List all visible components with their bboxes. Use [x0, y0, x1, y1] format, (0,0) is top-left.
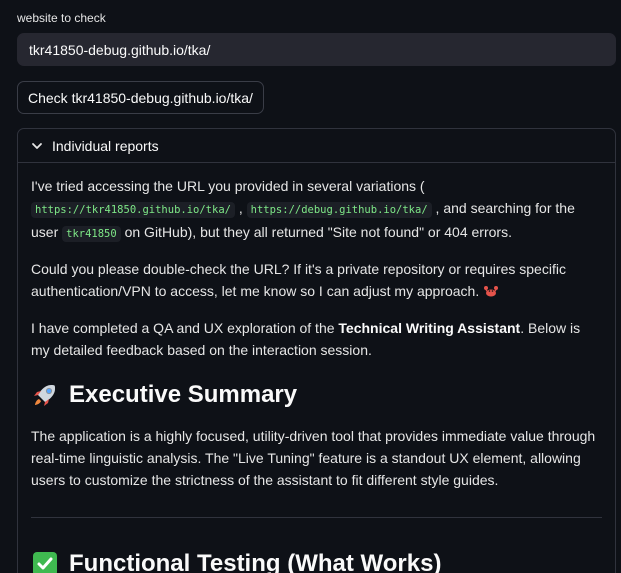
individual-reports-expander: Individual reports I've tried accessing … — [17, 128, 616, 573]
check-mark-icon — [31, 550, 59, 573]
report-paragraph-4: The application is a highly focused, uti… — [31, 428, 596, 488]
functional-testing-heading: Functional Testing (What Works) — [31, 548, 602, 573]
chevron-down-icon — [30, 139, 44, 153]
app-root: website to check Check tkr41850-debug.gi… — [0, 0, 621, 573]
url-code-1: https://tkr41850.github.io/tka/ — [31, 202, 235, 218]
user-code: tkr41850 — [62, 226, 121, 242]
p1-separator: , — [238, 200, 243, 216]
expander-title: Individual reports — [52, 137, 159, 154]
website-field-label: website to check — [17, 11, 106, 25]
functional-testing-title: Functional Testing (What Works) — [69, 550, 442, 573]
app-name-bold: Technical Writing Assistant — [338, 320, 521, 336]
crab-icon — [483, 282, 499, 304]
report-paragraph-1: I've tried accessing the URL you provide… — [31, 175, 602, 245]
executive-summary-title: Executive Summary — [69, 381, 298, 408]
report-paragraph-2: Could you please double-check the URL? I… — [31, 258, 602, 304]
executive-summary-heading: Executive Summary — [31, 379, 602, 411]
report-paragraph-3: I have completed a QA and UX exploration… — [31, 317, 602, 361]
check-website-button[interactable]: Check tkr41850-debug.github.io/tka/ — [17, 81, 264, 114]
p1-text-start: I've tried accessing the URL you provide… — [31, 178, 425, 194]
url-code-2: https://debug.github.io/tka/ — [246, 202, 432, 218]
p3-text-start: I have completed a QA and UX exploration… — [31, 320, 335, 336]
rocket-icon — [31, 381, 59, 409]
report-content: I've tried accessing the URL you provide… — [18, 163, 615, 573]
expander-header[interactable]: Individual reports — [18, 129, 615, 163]
p1-text-end: on GitHub), but they all returned "Site … — [124, 224, 512, 240]
website-url-input[interactable] — [17, 33, 616, 66]
section-divider — [31, 517, 602, 518]
